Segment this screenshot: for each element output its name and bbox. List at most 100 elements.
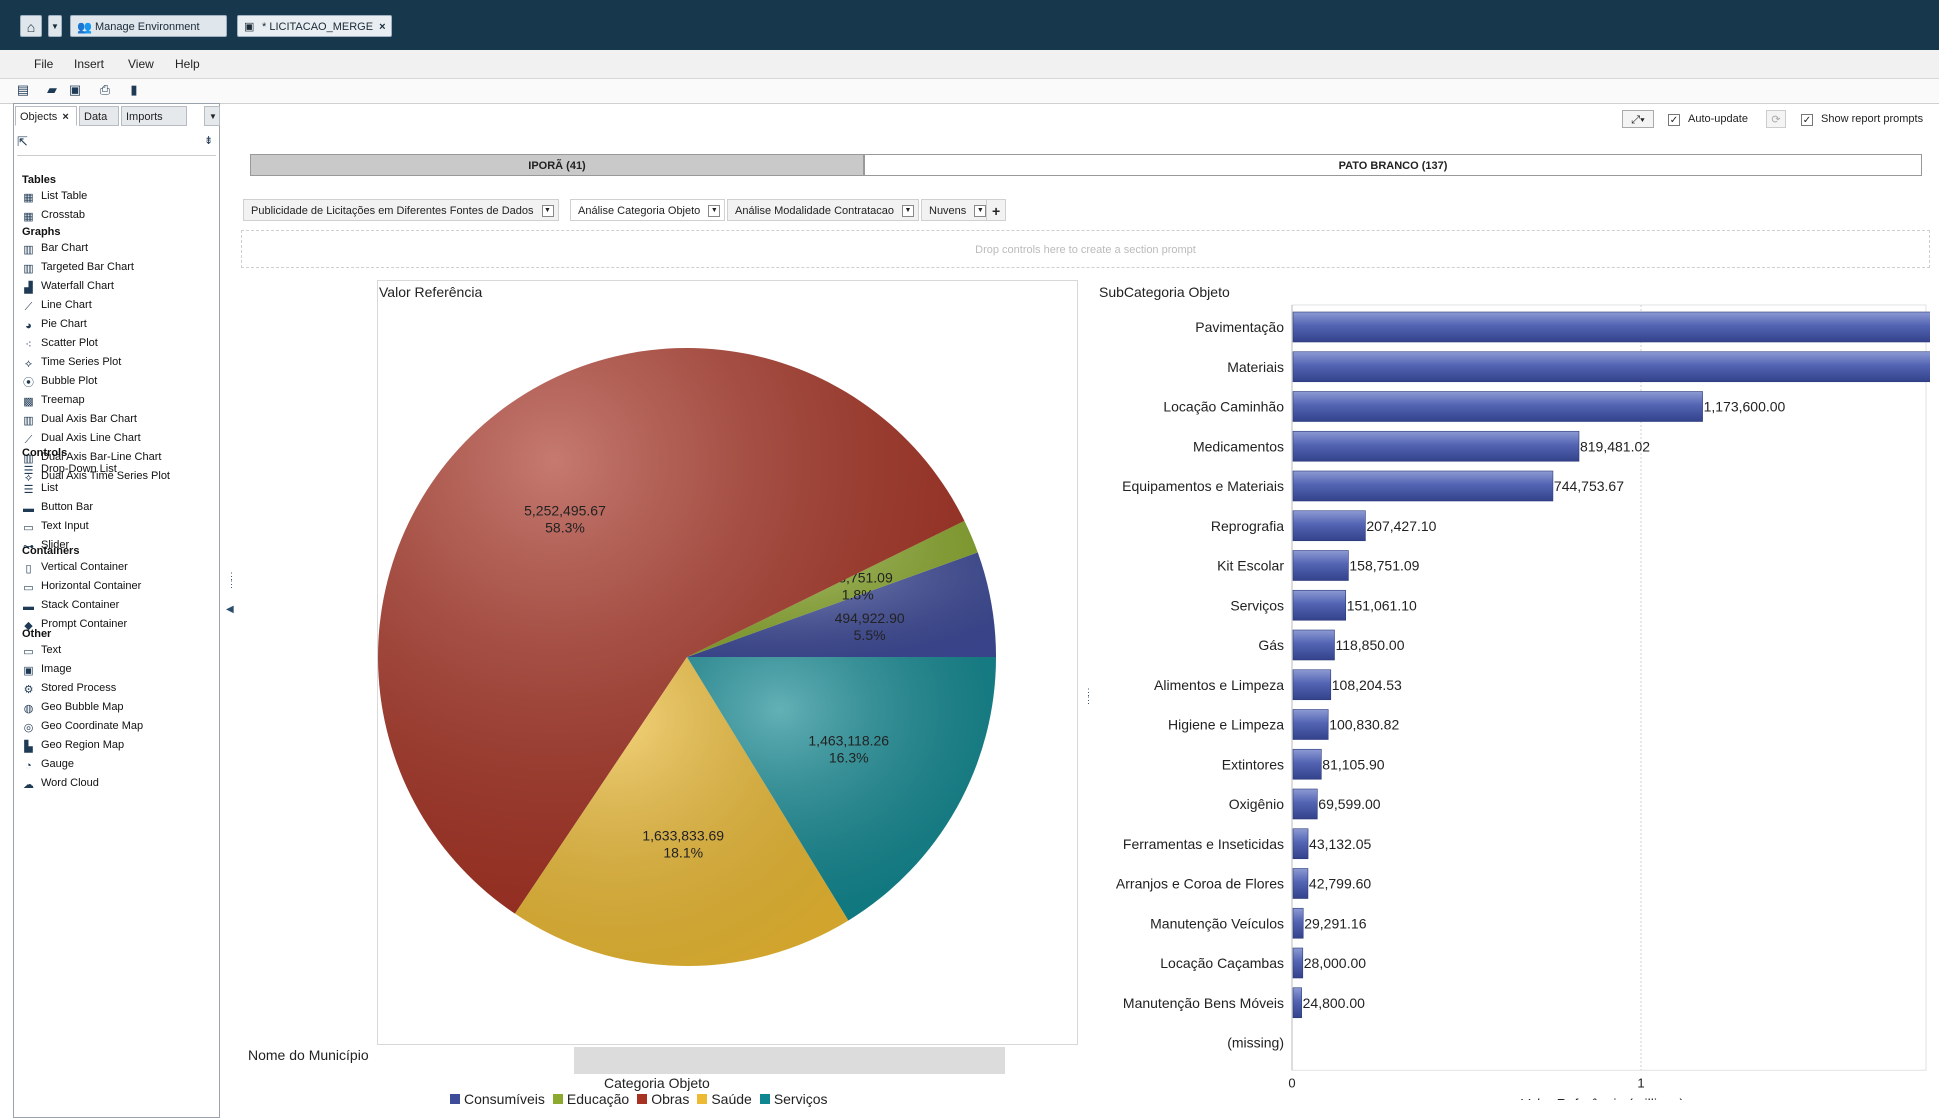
municipio-scroll-area[interactable] (574, 1047, 1005, 1074)
object-item-word-cloud[interactable]: ☁ Word Cloud (22, 775, 99, 791)
object-item-horizontal-container[interactable]: ▭ Horizontal Container (22, 578, 141, 594)
bar-alimentos-e-limpeza[interactable] (1292, 669, 1332, 701)
object-item-pie-chart[interactable]: ◕ Pie Chart (22, 316, 87, 332)
bar-manuten-o-ve-culos[interactable] (1292, 907, 1304, 939)
bar-g-s[interactable] (1292, 629, 1335, 661)
insert-object-icon[interactable]: ⇱ (17, 134, 28, 150)
bar-kit-escolar[interactable] (1292, 550, 1349, 581)
panel-menu-button[interactable]: ▼ (204, 106, 220, 126)
object-item-treemap[interactable]: ▩ Treemap (22, 392, 84, 408)
object-item-bar-chart[interactable]: ▥ Bar Chart (22, 240, 88, 256)
bar-medicamentos[interactable] (1292, 430, 1580, 462)
object-item-list-table[interactable]: ▦ List Table (22, 188, 87, 204)
object-item-time-series-plot[interactable]: ⟡ Time Series Plot (22, 354, 121, 370)
close-icon[interactable]: × (379, 21, 385, 33)
object-item-text-input[interactable]: ▭ Text Input (22, 518, 88, 534)
bar-category-label: Medicamentos (1193, 438, 1284, 454)
fit-to-window-button[interactable]: ⤢▾ (1622, 110, 1654, 128)
object-item-list[interactable]: ☰ List (22, 480, 59, 496)
collapse-left-icon[interactable]: ◀ (226, 604, 234, 615)
menu-file[interactable]: File (34, 57, 53, 71)
object-item-button-bar[interactable]: ▬ Button Bar (22, 499, 93, 515)
bar-pavimenta-o[interactable] (1292, 311, 1930, 343)
close-icon[interactable]: × (62, 111, 68, 123)
bar-category-label: Pavimentação (1195, 319, 1284, 335)
panel-splitter[interactable]: ⋮ ⋮ ◀ (226, 572, 236, 652)
object-item-drop-down-list[interactable]: ☰ Drop-Down List (22, 461, 117, 477)
menu-insert[interactable]: Insert (74, 57, 104, 71)
bar-loca-o-ca-ambas[interactable] (1292, 947, 1304, 979)
section-tab-ipora[interactable]: IPORÃ (41) (250, 154, 864, 176)
bar-higiene-e-limpeza[interactable] (1292, 709, 1329, 740)
object-item-gauge[interactable]: ◔ Gauge (22, 756, 74, 772)
tab-imports[interactable]: Imports (121, 106, 187, 126)
object-item-stack-container[interactable]: ▬ Stack Container (22, 597, 119, 613)
chevron-down-icon[interactable]: ▼ (902, 205, 914, 217)
pie-chart[interactable]: 494,922.905.5%158,751.091.8%5,252,495.67… (370, 340, 1010, 980)
object-item-label: Dual Axis Bar Chart (41, 413, 137, 425)
new-report-icon[interactable]: ▤ (16, 83, 30, 97)
object-item-scatter-plot[interactable]: ⁖ Scatter Plot (22, 335, 98, 351)
object-item-crosstab[interactable]: ▦ Crosstab (22, 207, 85, 223)
document-tab[interactable]: ▣ * LICITACAO_MERGE × (237, 15, 392, 37)
pie-value-label: 1,633,833.69 (642, 827, 724, 843)
text-icon: ▭ (23, 646, 34, 658)
print-icon[interactable]: ⎙ (98, 83, 112, 97)
bar-reprografia[interactable] (1292, 510, 1366, 542)
object-item-image[interactable]: ▣ Image (22, 661, 71, 677)
page-tab-nuvens[interactable]: Nuvens ▼ (921, 199, 992, 221)
object-item-line-chart[interactable]: ⟋ Line Chart (22, 297, 92, 313)
bar-equipamentos-e-materiais[interactable] (1292, 470, 1554, 502)
bar-ferramentas-e-inseticidas[interactable] (1292, 828, 1309, 860)
grip-icon[interactable]: ⋮ ⋮ (1084, 688, 1093, 705)
bar-servi-os[interactable] (1292, 589, 1347, 621)
menu-view[interactable]: View (128, 57, 154, 71)
bar-arranjos-e-coroa-de-flores[interactable] (1292, 868, 1309, 899)
open-folder-icon[interactable]: ▰ (45, 83, 59, 97)
page-tab-publicidade[interactable]: Publicidade de Licitações em Diferentes … (243, 199, 559, 221)
bar-manuten-o-bens-m-veis[interactable] (1292, 987, 1302, 1019)
page-tab-analise-modalidade[interactable]: Análise Modalidade Contratacao ▼ (727, 199, 919, 221)
report-icon: ▣ (244, 21, 255, 33)
bar-materiais[interactable] (1292, 351, 1930, 383)
menu-help[interactable]: Help (175, 57, 200, 71)
show-prompts-checkbox[interactable]: ✓ (1801, 114, 1813, 126)
tab-objects[interactable]: Objects × (15, 106, 77, 126)
chevron-down-icon[interactable]: ▼ (541, 205, 554, 217)
section-tab-label: IPORÃ (41) (528, 160, 586, 172)
object-item-geo-region-map[interactable]: ▙ Geo Region Map (22, 737, 124, 753)
tab-data[interactable]: Data (79, 106, 119, 126)
auto-update-checkbox[interactable]: ✓ (1668, 114, 1680, 126)
object-item-vertical-container[interactable]: ▯ Vertical Container (22, 559, 127, 575)
pie-percent-label: 1.8% (842, 587, 874, 603)
pie-legend-title: Categoria Objeto (604, 1075, 710, 1091)
object-item-geo-coordinate-map[interactable]: ◎ Geo Coordinate Map (22, 718, 143, 734)
legend-item-consumíveis: Consumíveis (450, 1091, 545, 1107)
section-tab-pato-branco[interactable]: PATO BRANCO (137) (864, 154, 1922, 176)
refresh-button[interactable]: ⟳ (1766, 110, 1786, 128)
object-item-dual-axis-line-chart[interactable]: ⟋ Dual Axis Line Chart (22, 430, 141, 446)
manage-environment-button[interactable]: 👥 Manage Environment (70, 15, 227, 37)
chevron-down-icon[interactable]: ▼ (708, 205, 721, 217)
home-dropdown-button[interactable]: ▼ (48, 15, 62, 37)
object-item-geo-bubble-map[interactable]: ◍ Geo Bubble Map (22, 699, 124, 715)
page-tab-analise-categoria[interactable]: Análise Categoria Objeto ▼ (570, 199, 726, 221)
chevron-down-icon[interactable]: ▼ (974, 205, 987, 217)
view-icon[interactable]: ▮ (127, 83, 141, 97)
save-icon[interactable]: ▣ (68, 83, 82, 97)
home-button[interactable]: ⌂ (20, 15, 42, 37)
object-item-waterfall-chart[interactable]: ▟ Waterfall Chart (22, 278, 114, 294)
collapse-panel-icon[interactable]: ⇟ (204, 134, 213, 147)
bar-extintores[interactable] (1292, 748, 1322, 780)
bar-chart-ylabel: SubCategoria Objeto (1099, 284, 1230, 300)
bar-loca-o-caminh-o[interactable] (1292, 391, 1703, 422)
add-page-button[interactable]: + (986, 199, 1007, 221)
object-item-stored-process[interactable]: ⚙ Stored Process (22, 680, 117, 696)
section-prompt-dropzone[interactable]: Drop controls here to create a section p… (241, 230, 1930, 268)
object-item-bubble-plot[interactable]: ⦿ Bubble Plot (22, 373, 97, 389)
bar-oxig-nio[interactable] (1292, 788, 1318, 820)
object-item-dual-axis-bar-chart[interactable]: ▥ Dual Axis Bar Chart (22, 411, 137, 427)
object-item-text[interactable]: ▭ Text (22, 642, 61, 658)
bar-chart[interactable]: 0123Valor Referência (millions)Pavimenta… (1080, 300, 1930, 1100)
object-item-targeted-bar-chart[interactable]: ▥ Targeted Bar Chart (22, 259, 134, 275)
